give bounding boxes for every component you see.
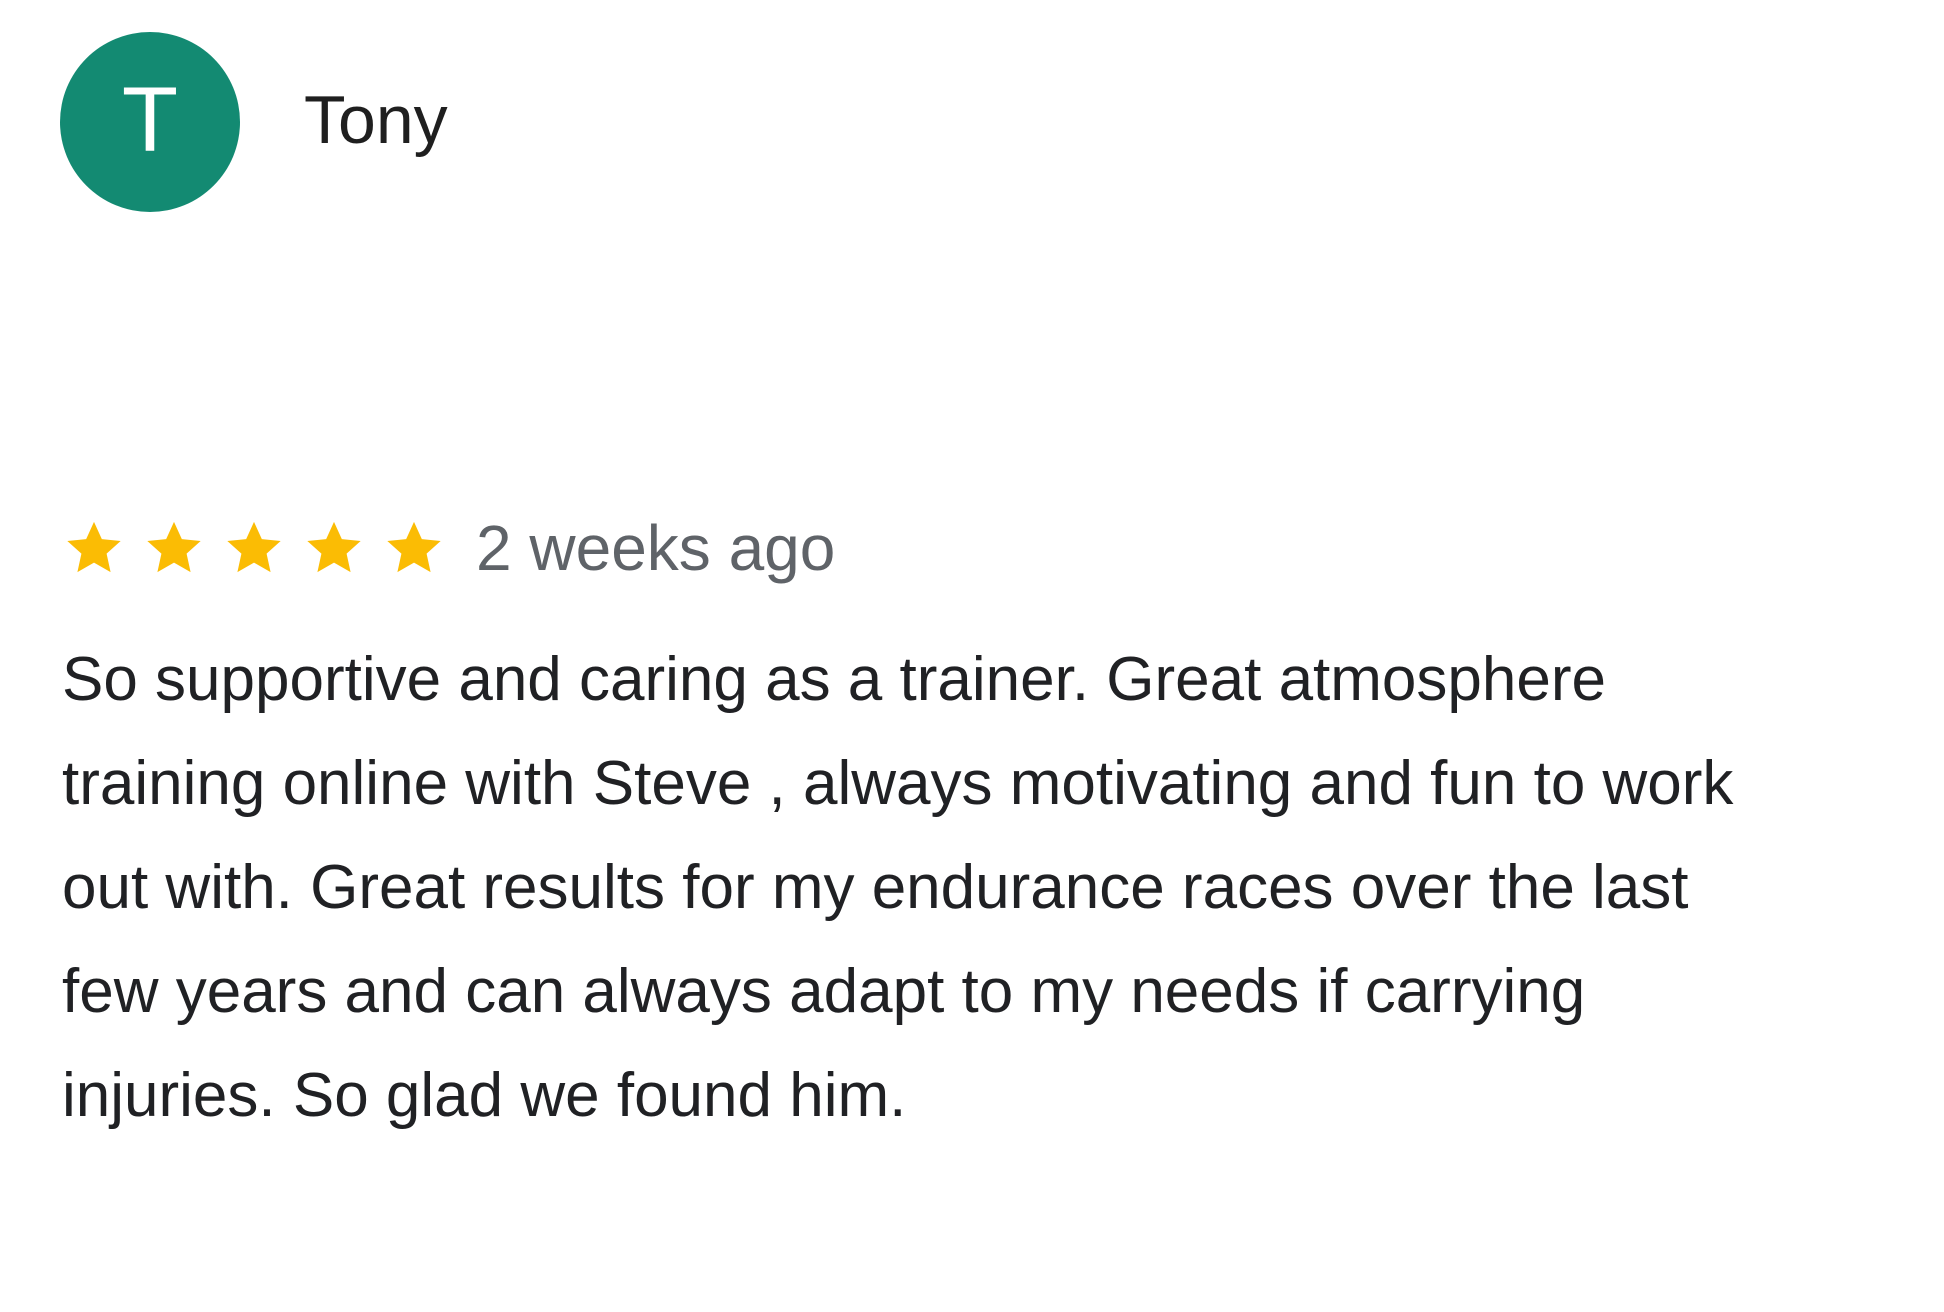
review-text: So supportive and caring as a trainer. G…	[62, 645, 1734, 1130]
star-icon	[382, 516, 446, 580]
star-icon	[62, 516, 126, 580]
avatar-letter: T	[121, 69, 179, 171]
star-icon	[142, 516, 206, 580]
star-rating	[62, 516, 462, 580]
star-icon	[222, 516, 286, 580]
reviewer-name[interactable]: Tony	[304, 80, 448, 160]
review-date: 2 weeks ago	[476, 512, 836, 584]
star-icon	[302, 516, 366, 580]
review-card: T Tony 2 weeks ago So supportive and car…	[0, 0, 1944, 1312]
rating-row: 2 weeks ago	[62, 506, 835, 590]
avatar[interactable]: T	[60, 32, 240, 212]
